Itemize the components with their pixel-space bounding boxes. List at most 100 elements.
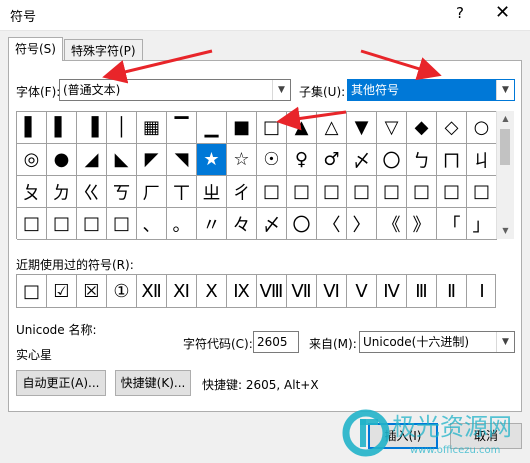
symbol-cell[interactable]: ○: [467, 112, 497, 144]
font-select[interactable]: (普通文本) ▼: [59, 79, 291, 101]
recent-symbol-cell[interactable]: Ⅴ: [347, 275, 377, 307]
symbol-cell[interactable]: ◇: [437, 112, 467, 144]
symbol-cell[interactable]: □: [77, 208, 107, 240]
recent-symbol-cell[interactable]: Ⅱ: [437, 275, 467, 307]
recent-symbol-cell[interactable]: Ⅲ: [407, 275, 437, 307]
symbol-cell[interactable]: ㄒ: [167, 176, 197, 208]
symbol-cell[interactable]: 〆: [257, 208, 287, 240]
symbol-cell[interactable]: ●: [47, 144, 77, 176]
chevron-down-icon[interactable]: ▼: [496, 80, 514, 100]
symbol-cell[interactable]: ◥: [167, 144, 197, 176]
symbol-cell[interactable]: ▌: [17, 112, 47, 144]
symbol-cell[interactable]: □: [377, 176, 407, 208]
symbol-cell[interactable]: ▐: [77, 112, 107, 144]
symbol-cell[interactable]: ◎: [17, 144, 47, 176]
symbol-cell[interactable]: 〇: [287, 208, 317, 240]
symbol-cell[interactable]: □: [257, 176, 287, 208]
symbol-cell[interactable]: 々: [227, 208, 257, 240]
recent-symbol-cell[interactable]: Ⅺ: [167, 275, 197, 307]
symbol-cell[interactable]: ▼: [347, 112, 377, 144]
symbol-cell[interactable]: ㄅ: [407, 144, 437, 176]
recent-symbols-row: □ ☑ ☒ ① Ⅻ Ⅺ Ⅹ Ⅸ Ⅷ Ⅶ Ⅵ Ⅴ Ⅳ Ⅲ Ⅱ Ⅰ: [16, 274, 496, 308]
symbol-grid-scrollbar[interactable]: ▲ ▼: [496, 111, 514, 239]
recent-symbol-cell[interactable]: ☑: [47, 275, 77, 307]
symbol-cell[interactable]: ▲: [287, 112, 317, 144]
symbol-cell[interactable]: ☉: [257, 144, 287, 176]
recent-symbol-cell[interactable]: ☒: [77, 275, 107, 307]
symbol-cell[interactable]: 「: [437, 208, 467, 240]
recent-symbol-cell[interactable]: Ⅶ: [287, 275, 317, 307]
symbol-cell[interactable]: 《: [377, 208, 407, 240]
recent-symbol-cell[interactable]: Ⅵ: [317, 275, 347, 307]
symbol-cell[interactable]: ◢: [77, 144, 107, 176]
symbol-cell[interactable]: 〉: [347, 208, 377, 240]
symbol-cell[interactable]: 〃: [197, 208, 227, 240]
symbol-cell[interactable]: ㄍ: [77, 176, 107, 208]
symbol-cell[interactable]: □: [17, 208, 47, 240]
recent-symbol-cell[interactable]: Ⅸ: [227, 275, 257, 307]
symbol-cell-selected[interactable]: ★: [197, 144, 227, 176]
symbol-cell[interactable]: ㄓ: [197, 176, 227, 208]
symbol-cell[interactable]: □: [347, 176, 377, 208]
insert-button[interactable]: 插入(I): [368, 423, 438, 449]
symbol-cell[interactable]: □: [407, 176, 437, 208]
symbol-cell[interactable]: ◤: [137, 144, 167, 176]
tab-symbols[interactable]: 符号(S): [8, 37, 63, 61]
symbol-cell[interactable]: ☆: [227, 144, 257, 176]
recent-symbol-cell[interactable]: Ⅻ: [137, 275, 167, 307]
symbol-cell[interactable]: ♂: [317, 144, 347, 176]
symbol-cell[interactable]: ♀: [287, 144, 317, 176]
recent-symbol-cell[interactable]: Ⅳ: [377, 275, 407, 307]
symbol-cell[interactable]: □: [287, 176, 317, 208]
symbol-cell[interactable]: ■: [227, 112, 257, 144]
symbol-cell[interactable]: ◣: [107, 144, 137, 176]
chevron-down-icon[interactable]: ▼: [496, 332, 514, 352]
scroll-thumb[interactable]: [500, 129, 510, 165]
symbol-cell[interactable]: ▁: [197, 112, 227, 144]
symbol-cell[interactable]: ㄉ: [47, 176, 77, 208]
recent-symbol-cell[interactable]: Ⅹ: [197, 275, 227, 307]
tab-special-characters[interactable]: 特殊字符(P): [64, 39, 143, 61]
symbol-cell[interactable]: □: [257, 112, 287, 144]
symbol-cell[interactable]: □: [437, 176, 467, 208]
char-code-input[interactable]: 2605: [253, 331, 299, 353]
symbol-cell[interactable]: □: [317, 176, 347, 208]
symbol-cell[interactable]: ▽: [377, 112, 407, 144]
scroll-down-icon[interactable]: ▼: [497, 223, 514, 239]
scroll-up-icon[interactable]: ▲: [497, 111, 514, 127]
cancel-button[interactable]: 取消: [450, 423, 522, 449]
symbol-cell[interactable]: ㄆ: [17, 176, 47, 208]
symbol-cell[interactable]: ㄏ: [137, 176, 167, 208]
recent-symbol-cell[interactable]: □: [17, 275, 47, 307]
symbol-cell[interactable]: ㄇ: [437, 144, 467, 176]
symbol-cell[interactable]: ▔: [167, 112, 197, 144]
symbol-cell[interactable]: ◆: [407, 112, 437, 144]
symbol-cell[interactable]: 〈: [317, 208, 347, 240]
symbol-cell[interactable]: 〇: [377, 144, 407, 176]
symbol-cell[interactable]: 》: [407, 208, 437, 240]
symbol-cell[interactable]: 。: [167, 208, 197, 240]
shortcut-key-button[interactable]: 快捷键(K)...: [115, 370, 191, 396]
symbol-cell[interactable]: □: [47, 208, 77, 240]
symbol-cell[interactable]: □: [107, 208, 137, 240]
close-icon[interactable]: ✕: [495, 2, 510, 23]
recent-symbol-cell[interactable]: ①: [107, 275, 137, 307]
symbol-cell[interactable]: ▌: [47, 112, 77, 144]
symbol-cell[interactable]: │: [107, 112, 137, 144]
symbol-cell[interactable]: 」: [467, 208, 497, 240]
autocorrect-button[interactable]: 自动更正(A)...: [16, 370, 106, 396]
symbol-cell[interactable]: 、: [137, 208, 167, 240]
subset-select[interactable]: 其他符号 ▼: [347, 79, 515, 101]
symbol-cell[interactable]: ㄔ: [227, 176, 257, 208]
recent-symbol-cell[interactable]: Ⅰ: [467, 275, 497, 307]
symbol-cell[interactable]: □: [467, 176, 497, 208]
symbol-cell[interactable]: ▦: [137, 112, 167, 144]
symbol-cell[interactable]: ㄎ: [107, 176, 137, 208]
from-select[interactable]: Unicode(十六进制) ▼: [359, 331, 515, 353]
symbol-cell[interactable]: ㄐ: [467, 144, 497, 176]
chevron-down-icon[interactable]: ▼: [272, 80, 290, 100]
symbol-cell[interactable]: 〆: [347, 144, 377, 176]
symbol-cell[interactable]: △: [317, 112, 347, 144]
help-icon[interactable]: ?: [456, 4, 464, 22]
recent-symbol-cell[interactable]: Ⅷ: [257, 275, 287, 307]
